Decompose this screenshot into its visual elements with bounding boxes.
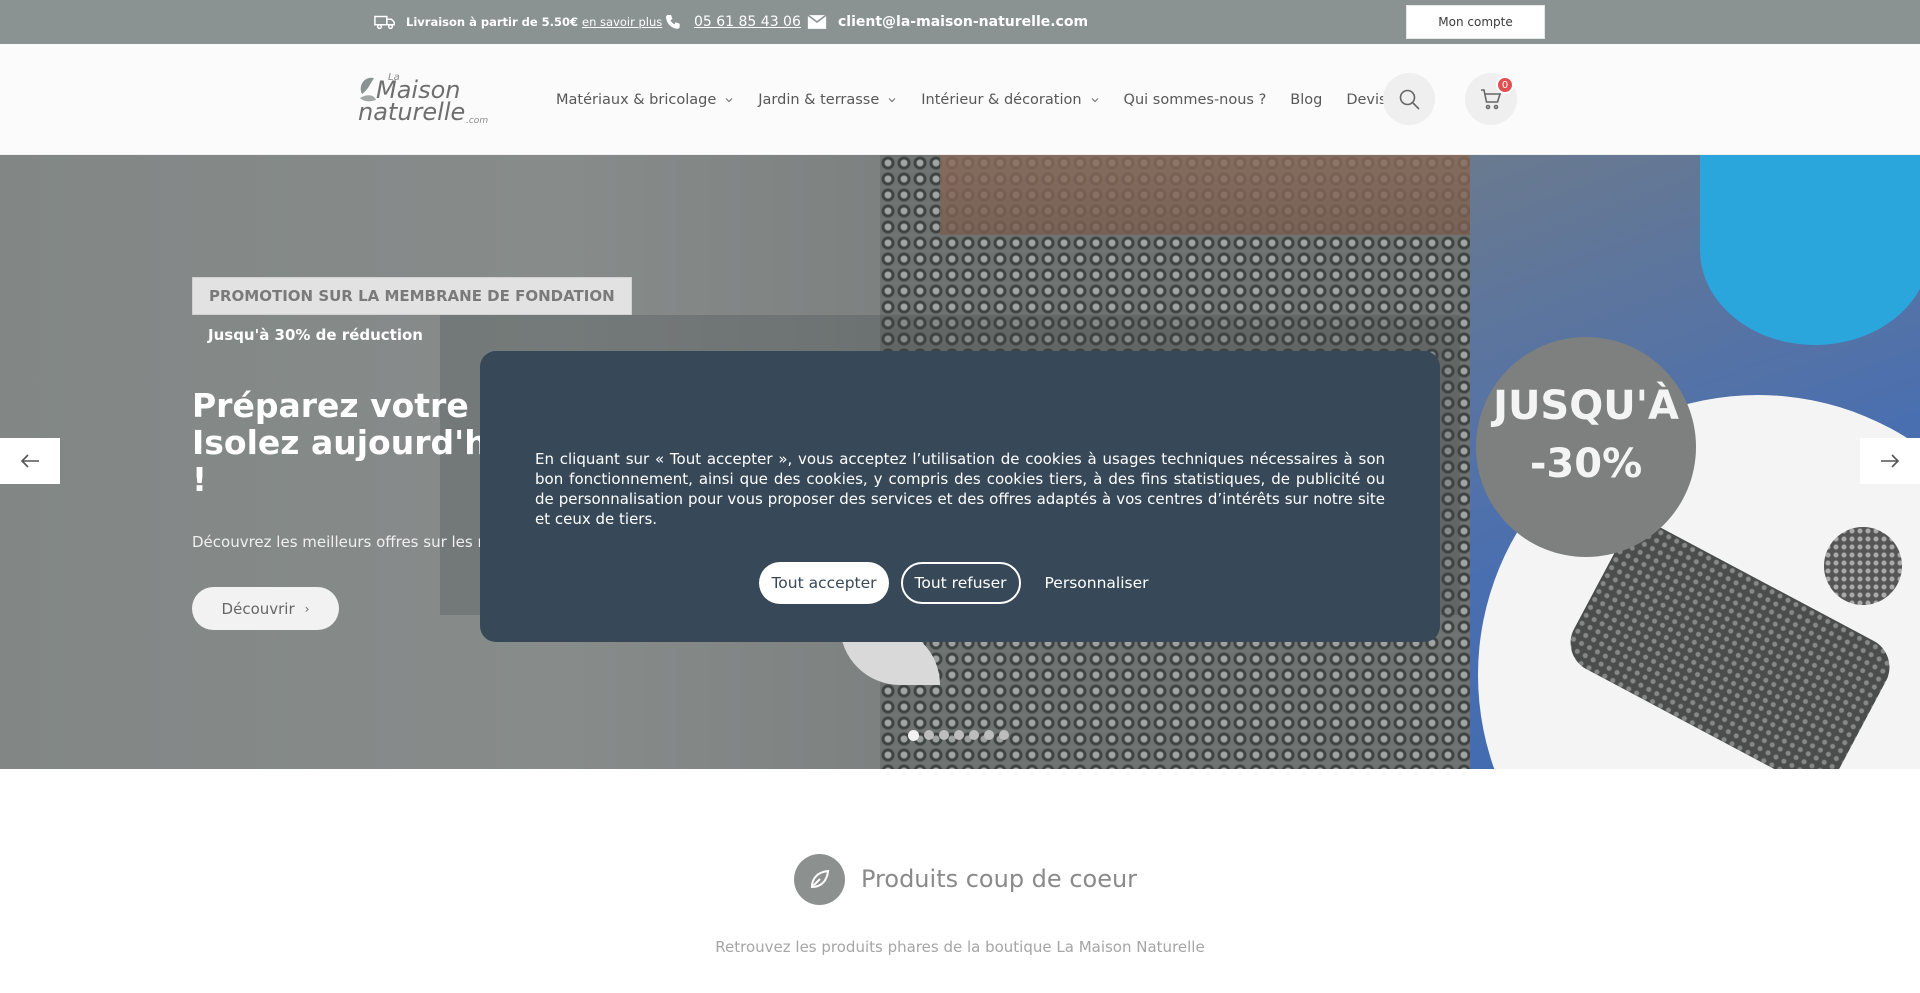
customize-button[interactable]: Personnaliser [1033,562,1161,604]
logo-text-com: .com [466,116,488,126]
chevron-down-icon [1091,97,1098,102]
nav-item-about[interactable]: Qui sommes-nous ? [1124,92,1267,108]
membrane-detail-image [1824,527,1902,605]
slider-dot[interactable] [908,730,919,741]
hero-title-line-2: Isolez aujourd'hui, [192,424,492,461]
slider-prev-button[interactable] [0,438,60,484]
cookie-buttons: Tout accepter Tout refuser Personnaliser [480,562,1440,604]
chevron-right-icon: › [304,601,310,616]
refuse-all-button[interactable]: Tout refuser [900,562,1021,604]
slider-dot[interactable] [954,730,964,740]
delivery-text: Livraison à partir de 5.50€ [406,15,579,29]
hero-subbadge: Jusqu'à 30% de réduction [208,326,423,344]
arrow-right-icon [1881,454,1900,468]
slider-dot[interactable] [939,730,949,740]
phone-icon [662,14,684,30]
top-bar: Livraison à partir de 5.50€ en savoir pl… [0,0,1920,44]
hero-wood-beam [940,155,1540,235]
promo-line-1: JUSQU'À [1493,383,1679,429]
hero-badge: PROMOTION SUR LA MEMBRANE DE FONDATION [192,277,632,315]
nav-item-materiaux[interactable]: Matériaux & bricolage [556,92,734,108]
slider-dot[interactable] [999,730,1009,740]
nav-item-label: Blog [1290,91,1323,108]
hero-helmet-image [1700,155,1920,345]
section-subtitle: Retrouvez les produits phares de la bout… [715,938,1205,956]
hero-description: Découvrez les meilleurs offres sur les m [192,533,482,551]
hero-title: Préparez votre con Isolez aujourd'hui, ! [192,387,492,498]
slider-next-button[interactable] [1860,438,1920,484]
cookie-consent-modal: En cliquant sur « Tout accepter », vous … [480,351,1440,642]
email-address: client@la-maison-naturelle.com [838,14,1089,30]
chevron-down-icon [888,97,896,102]
logo-text-naturelle: naturelle [358,98,465,126]
accept-all-button[interactable]: Tout accepter [759,562,889,604]
promo-circle: JUSQU'À -30% [1476,337,1696,557]
delivery-info: Livraison à partir de 5.50€ en savoir pl… [374,0,662,44]
nav-item-label: Intérieur & décoration [921,91,1082,108]
delivery-more-link[interactable]: en savoir plus [582,15,662,29]
main-nav: Matériaux & bricolage Jardin & terrasse … [556,44,1411,155]
hero-title-line-1: Préparez votre con [192,387,492,424]
promo-line-2: -30% [1529,441,1643,487]
phone-number: 05 61 85 43 06 [694,14,801,30]
chevron-down-icon [725,97,733,102]
cookie-text: En cliquant sur « Tout accepter », vous … [535,450,1385,528]
nav-item-label: Jardin & terrasse [758,91,880,108]
slider-dot[interactable] [984,730,994,740]
leaf-icon [794,853,845,905]
email-link[interactable]: client@la-maison-naturelle.com [806,0,1088,44]
cart-count-badge: 0 [1496,76,1514,94]
nav-item-devis[interactable]: Devis [1346,92,1386,108]
discover-label: Découvrir [221,599,295,618]
phone-link[interactable]: 05 61 85 43 06 [662,0,801,44]
search-button[interactable] [1383,73,1435,125]
slider-dot[interactable] [969,730,979,740]
nav-item-blog[interactable]: Blog [1290,92,1322,108]
mail-icon [806,14,828,30]
nav-item-label: Devis [1346,91,1387,108]
slider-dots [908,730,1014,741]
site-logo[interactable]: La Maison naturelle .com [356,68,496,128]
nav-item-label: Matériaux & bricolage [556,91,717,108]
main-header: La Maison naturelle .com Matériaux & bri… [0,44,1920,155]
section-header: Produits coup de coeur [794,853,1137,905]
nav-item-jardin[interactable]: Jardin & terrasse [758,92,897,108]
nav-item-interieur[interactable]: Intérieur & décoration [921,92,1099,108]
account-button[interactable]: Mon compte [1406,5,1545,39]
hero-title-line-3: ! [192,461,208,498]
section-title: Produits coup de coeur [861,865,1138,893]
discover-button[interactable]: Découvrir › [192,587,339,630]
slider-dot[interactable] [924,730,934,740]
arrow-left-icon [20,454,39,468]
nav-item-label: Qui sommes-nous ? [1123,91,1267,108]
search-icon [1399,89,1420,110]
truck-icon [374,14,396,30]
